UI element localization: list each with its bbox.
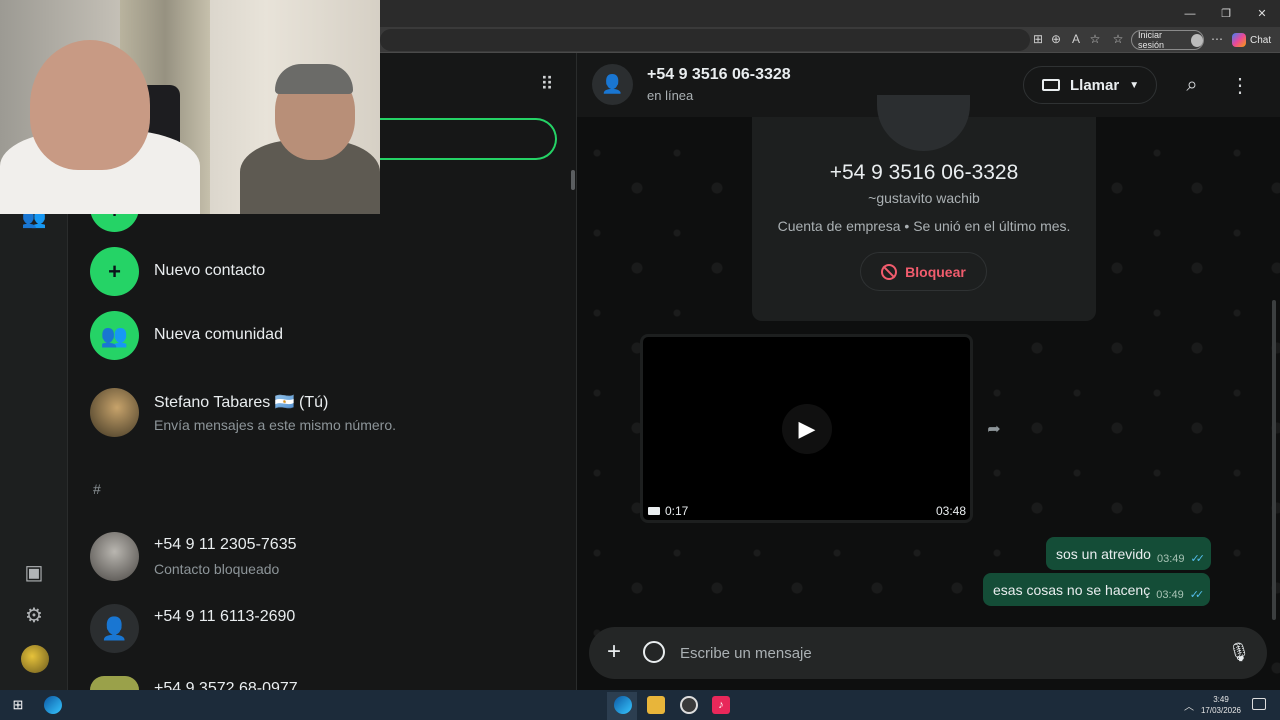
info-card-phone: +54 9 3516 06-3328 <box>829 161 1019 184</box>
video-timestamp: 03:48 <box>936 504 967 518</box>
windows-taskbar <box>0 690 1280 720</box>
section-header: # <box>93 481 101 497</box>
self-contact-name[interactable]: Stefano Tabares 🇦🇷 (Tú) <box>154 392 328 412</box>
window-controls: — ❐ ✕ <box>1172 0 1280 27</box>
message-time: 03:49 <box>1156 588 1184 601</box>
chat-scrollbar[interactable] <box>1272 300 1276 620</box>
chat-contact-status: en línea <box>647 88 694 103</box>
info-card-business: Cuenta de empresa • Se unió en el último… <box>777 218 1071 234</box>
contact-avatar[interactable] <box>90 532 139 581</box>
new-community-label[interactable]: Nueva comunidad <box>154 326 283 344</box>
message-time: 03:49 <box>1156 552 1185 565</box>
message-text: sos un atrevido <box>1056 545 1151 562</box>
outgoing-message[interactable]: sos un atrevido 03:49 ✓✓ <box>1046 537 1211 570</box>
zoom-icon[interactable]: ⊕ <box>1048 31 1064 47</box>
signin-label: Iniciar sesión <box>1138 30 1165 50</box>
video-duration-text: 0:17 <box>665 504 689 518</box>
outgoing-message[interactable]: esas cosas no se hacenç 03:49 ✓✓ <box>983 573 1211 606</box>
profile-icon <box>1190 33 1203 47</box>
info-card-nickname: ~gustavito wachib <box>868 190 980 206</box>
webcam-cap <box>275 64 353 94</box>
webcam-overlay <box>0 0 380 214</box>
attach-plus-icon[interactable]: + <box>603 638 625 665</box>
dialpad-icon[interactable]: ⠿ <box>536 73 558 95</box>
self-contact-subtitle: Envía mensajes a este mismo número. <box>154 417 396 433</box>
clock-date: 17/03/2026 <box>1200 706 1242 715</box>
menu-kebab-icon[interactable]: ⋮ <box>1230 73 1250 97</box>
read-ticks-icon: ✓✓ <box>1190 553 1205 565</box>
notification-icon[interactable] <box>1252 698 1266 710</box>
chat-label: Chat <box>1250 34 1272 46</box>
webcam-face-left <box>30 40 150 170</box>
read-aloud-icon[interactable]: A <box>1068 31 1084 47</box>
copilot-icon <box>1232 33 1246 47</box>
forward-icon[interactable]: ➦ <box>984 419 1004 439</box>
contact-name[interactable]: +54 9 11 2305-7635 <box>154 536 297 554</box>
clock-time: 3:49 <box>1213 695 1229 704</box>
edge-taskbar-icon[interactable] <box>614 696 632 714</box>
obs-icon[interactable] <box>680 696 698 714</box>
add-contact-icon[interactable]: + <box>90 247 139 296</box>
community-icon[interactable]: 👥 <box>90 311 139 360</box>
edge-icon[interactable] <box>44 696 62 714</box>
search-icon[interactable]: ⌕ <box>1180 73 1204 97</box>
video-call-icon <box>1042 79 1060 91</box>
self-avatar[interactable] <box>90 388 139 437</box>
favorites-icon[interactable]: ☆ <box>1110 31 1126 47</box>
copilot-chat-button[interactable]: Chat <box>1232 31 1271 49</box>
close-icon[interactable]: ✕ <box>1244 0 1280 27</box>
read-ticks-icon: ✓✓ <box>1189 589 1205 601</box>
call-label: Llamar <box>1070 76 1120 94</box>
windows-start-icon[interactable]: ⊞ <box>9 696 27 714</box>
contact-name[interactable]: +54 9 3572 68-0977 <box>154 680 298 690</box>
file-explorer-icon[interactable] <box>647 696 665 714</box>
media-icon[interactable]: ▣ <box>20 558 48 586</box>
block-label: Bloquear <box>905 263 966 280</box>
contact-status: Contacto bloqueado <box>154 561 280 577</box>
contact-avatar-icon[interactable]: 👤 <box>592 64 633 105</box>
tiktok-icon[interactable]: ♪ <box>712 696 730 714</box>
default-avatar-icon[interactable]: 👤 <box>90 604 139 653</box>
chevron-down-icon: ▼ <box>1129 79 1140 91</box>
play-icon[interactable]: ▶ <box>782 404 832 454</box>
call-button[interactable]: Llamar ▼ <box>1023 66 1157 104</box>
taskbar-clock[interactable]: 3:49 17/03/2026 <box>1198 694 1244 716</box>
microphone-icon[interactable]: 🎙 <box>1228 641 1251 663</box>
contact-avatar[interactable] <box>90 676 139 690</box>
video-duration: 0:17 <box>648 504 688 518</box>
profile-avatar[interactable] <box>21 645 49 673</box>
favorite-star-icon[interactable]: ☆ <box>1087 31 1103 47</box>
message-text: esas cosas no se hacenç <box>993 581 1151 598</box>
block-button[interactable]: Bloquear <box>860 252 987 291</box>
restore-icon[interactable]: ❐ <box>1208 0 1244 27</box>
contact-name[interactable]: +54 9 11 6113-2690 <box>154 608 295 626</box>
block-icon <box>881 263 898 280</box>
video-camera-icon <box>648 507 660 515</box>
chat-contact-name[interactable]: +54 9 3516 06-3328 <box>647 66 791 84</box>
apps-icon[interactable]: ⊞ <box>1030 31 1046 47</box>
search-input[interactable] <box>380 118 557 160</box>
scrollbar-thumb[interactable] <box>571 170 575 190</box>
more-icon[interactable]: ⋯ <box>1209 31 1225 47</box>
tray-chevron-icon[interactable]: ︿ <box>1184 698 1194 713</box>
message-input[interactable] <box>680 642 1200 664</box>
minimize-icon[interactable]: — <box>1172 0 1208 27</box>
settings-gear-icon[interactable]: ⚙ <box>20 601 48 629</box>
new-contact-label[interactable]: Nuevo contacto <box>154 262 265 280</box>
sticker-icon[interactable] <box>643 641 665 663</box>
signin-button[interactable]: Iniciar sesión <box>1131 30 1204 50</box>
address-bar[interactable] <box>380 29 1030 51</box>
